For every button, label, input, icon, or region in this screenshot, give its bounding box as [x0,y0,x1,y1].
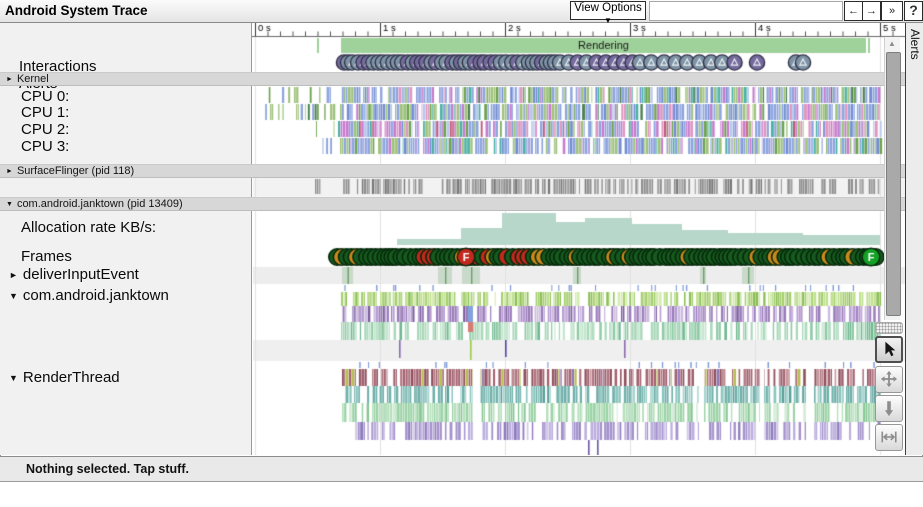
row-label-cpu0: CPU 0: [21,88,70,105]
trace-timeline-canvas[interactable] [252,22,905,455]
arrow-down-icon [884,401,894,417]
scroll-up-icon[interactable]: ▲ [888,39,896,48]
vertical-scrollbar[interactable]: ▲ [884,37,901,320]
expander-collapsed-icon: ► [6,76,13,83]
toolbar-empty-panel [649,1,843,21]
toolbar-grip[interactable] [875,322,903,334]
kernel-section-header[interactable]: ► Kernel [0,72,905,86]
kernel-header-label: Kernel [16,73,49,85]
row-label-render-thread[interactable]: ▼ RenderThread [9,369,120,386]
expander-collapsed-icon: ► [6,168,13,175]
pan-tool-button[interactable] [875,366,903,393]
view-options-button[interactable]: View Options ▼ [570,1,646,25]
pan-arrows-group: ← → [844,1,881,21]
row-label-cpu3: CPU 3: [21,138,70,155]
timing-tool-button[interactable] [875,424,903,451]
surfaceflinger-header-label: SurfaceFlinger (pid 118) [16,165,135,177]
process-section-header[interactable]: ▼ com.android.janktown (pid 13409) [0,197,905,211]
expander-expanded-icon: ▼ [6,201,13,208]
row-label-deliver-input-event[interactable]: ► deliverInputEvent [9,266,139,283]
move-icon [880,370,898,388]
timing-range-icon [881,431,897,443]
alerts-tab-label: Alerts [908,29,922,60]
deliver-input-label: deliverInputEvent [22,266,139,283]
row-label-frames: Frames [21,248,72,265]
pan-right-button[interactable]: → [863,2,880,20]
select-tool-button[interactable] [875,336,903,363]
expander-collapsed-icon: ► [9,270,18,280]
render-thread-label: RenderThread [22,369,120,386]
status-bar: Nothing selected. Tap stuff. [0,456,923,482]
row-label-alloc-rate: Allocation rate KB/s: [21,219,157,236]
footer-area [0,482,923,507]
status-message: Nothing selected. Tap stuff. [26,462,189,476]
systrace-window: ► Kernel ► SurfaceFlinger (pid 118) ▼ com.a… [0,0,923,507]
zoom-tool-button[interactable] [875,395,903,422]
cursor-icon [885,341,896,357]
surfaceflinger-section-header[interactable]: ► SurfaceFlinger (pid 118) [0,164,905,178]
scrollbar-thumb[interactable] [886,52,901,316]
help-button[interactable]: ? [904,1,923,21]
window-title: Android System Trace [5,3,148,18]
process-header-label: com.android.janktown (pid 13409) [16,198,183,210]
row-label-thread-janktown[interactable]: ▼ com.android.janktown [9,287,169,304]
alerts-side-tab[interactable]: Alerts [905,22,923,455]
thread-janktown-label: com.android.janktown [22,287,169,304]
row-label-cpu2: CPU 2: [21,121,70,138]
row-label-cpu1: CPU 1: [21,104,70,121]
expander-expanded-icon: ▼ [9,291,18,301]
top-bar: Android System Trace View Options ▼ ← → … [0,0,923,25]
track-label-panel: Interactions Alerts CPU 0: CPU 1: CPU 2:… [0,22,252,455]
view-options-label: View Options [574,2,642,14]
expander-expanded-icon: ▼ [9,373,18,383]
caret-down-icon: ▼ [604,16,612,25]
pan-left-button[interactable]: ← [845,2,863,20]
expand-view-button[interactable]: » [881,1,903,21]
